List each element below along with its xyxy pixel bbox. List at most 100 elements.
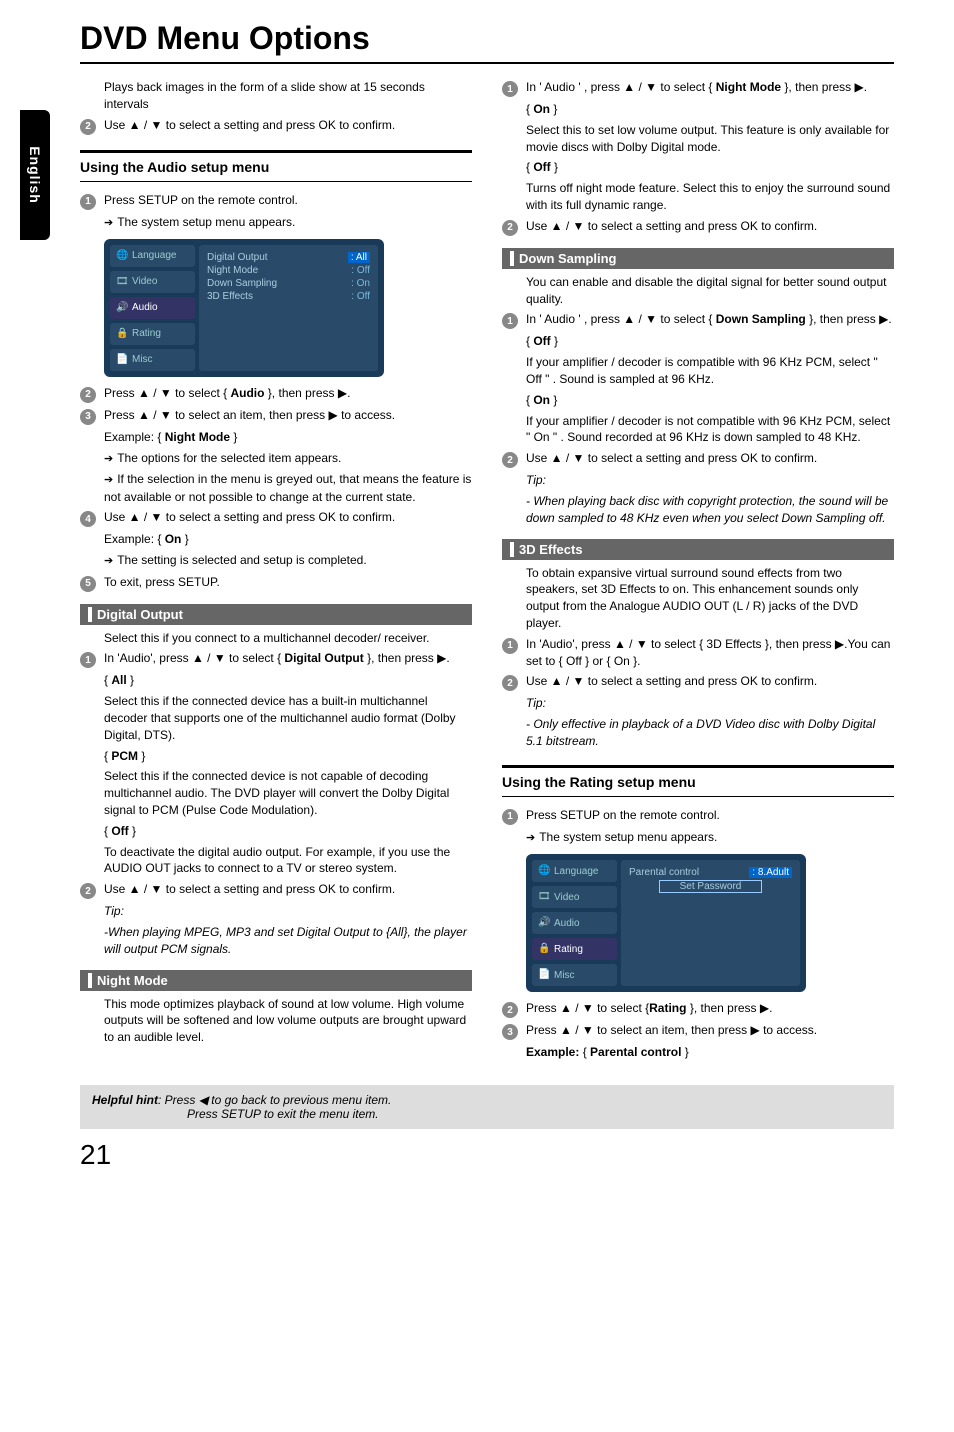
rating-menu-screenshot: Language Video Audio Rating Misc Parenta… xyxy=(526,854,806,992)
opt-off-text: To deactivate the digital audio output. … xyxy=(80,844,472,878)
audio-step-4: Use ▲ / ▼ to select a setting and press … xyxy=(104,509,472,527)
menu-tab-misc: Misc xyxy=(532,964,617,986)
opt-pcm-text: Select this if the connected device is n… xyxy=(80,768,472,818)
tip2-label: Tip: xyxy=(502,472,894,489)
step-num-icon: 2 xyxy=(80,119,96,135)
audio-menu-screenshot: Language Video Audio Rating Misc Digital… xyxy=(104,239,384,377)
opt-all: { All } xyxy=(80,672,472,689)
night-step-2: Use ▲ / ▼ to select a setting and press … xyxy=(526,218,894,236)
rating-step-3: Press ▲ / ▼ to select an item, then pres… xyxy=(526,1022,894,1040)
example-2: Example: { On } xyxy=(80,531,472,548)
tip3-label: Tip: xyxy=(502,695,894,712)
ds-on-text: If your amplifier / decoder is not compa… xyxy=(502,413,894,447)
night-mode-heading: Night Mode xyxy=(80,970,472,991)
footer-label: Helpful hint xyxy=(92,1093,158,1107)
ds-step-2: Use ▲ / ▼ to select a setting and press … xyxy=(526,450,894,468)
rating-setup-heading: Using the Rating setup menu xyxy=(502,765,894,797)
rating-step-2: Press ▲ / ▼ to select {Rating }, then pr… xyxy=(526,1000,894,1018)
menu-tab-video: Video xyxy=(110,271,195,293)
step-num-icon: 2 xyxy=(80,387,96,403)
menu-row: Down Sampling: On xyxy=(207,277,370,290)
setting-note: The setting is selected and setup is com… xyxy=(80,552,472,569)
lock-icon xyxy=(116,328,128,340)
video-icon xyxy=(116,276,128,288)
intro-text-1: Plays back images in the form of a slide… xyxy=(80,79,472,113)
step-num-icon: 1 xyxy=(502,809,518,825)
menu-tab-video: Video xyxy=(532,886,617,908)
ds-off: { Off } xyxy=(502,333,894,350)
audio-step-1: 1 Press SETUP on the remote control. xyxy=(80,192,472,210)
step-num-icon: 4 xyxy=(80,511,96,527)
step-num-icon: 1 xyxy=(80,652,96,668)
digital-step-2: Use ▲ / ▼ to select a setting and press … xyxy=(104,881,472,899)
step-num-icon: 1 xyxy=(502,313,518,329)
step-num-icon: 3 xyxy=(80,409,96,425)
globe-icon xyxy=(116,250,128,262)
step-num-icon: 1 xyxy=(502,81,518,97)
title-rule xyxy=(80,62,894,64)
nm-off-text: Turns off night mode feature. Select thi… xyxy=(502,180,894,214)
audio-step-5: To exit, press SETUP. xyxy=(104,574,472,592)
ds-off-text: If your amplifier / decoder is compatibl… xyxy=(502,354,894,388)
menu-tab-audio: Audio xyxy=(532,912,617,934)
digital-intro: Select this if you connect to a multicha… xyxy=(80,630,472,647)
3d-intro: To obtain expansive virtual surround sou… xyxy=(502,565,894,632)
opt-all-text: Select this if the connected device has … xyxy=(80,693,472,743)
nm-off: { Off } xyxy=(502,159,894,176)
option-note-2: If the selection in the menu is greyed o… xyxy=(80,471,472,505)
3d-step-1: In 'Audio', press ▲ / ▼ to select { 3D E… xyxy=(526,636,894,670)
audio-step-1-text: Press SETUP on the remote control. xyxy=(104,192,472,210)
step-num-icon: 2 xyxy=(502,675,518,691)
rating-step-1a: The system setup menu appears. xyxy=(502,829,894,846)
lock-icon xyxy=(538,943,550,955)
rating-example: Example: { Parental control } xyxy=(502,1044,894,1061)
speaker-icon xyxy=(538,917,550,929)
3d-step-2: Use ▲ / ▼ to select a setting and press … xyxy=(526,673,894,691)
intro-text-2: Use ▲ / ▼ to select a setting and press … xyxy=(104,117,472,135)
night-step-1: In ' Audio ' , press ▲ / ▼ to select { N… xyxy=(526,79,894,97)
menu-tab-audio: Audio xyxy=(110,297,195,319)
example-1: Example: { Night Mode } xyxy=(80,429,472,446)
page-icon xyxy=(538,969,550,981)
menu-row: 3D Effects: Off xyxy=(207,290,370,303)
page-icon xyxy=(116,354,128,366)
menu-tab-rating: Rating xyxy=(532,938,617,960)
option-note-1: The options for the selected item appear… xyxy=(80,450,472,467)
step-num-icon: 2 xyxy=(502,1002,518,1018)
intro-step-2: 2 Use ▲ / ▼ to select a setting and pres… xyxy=(80,117,472,135)
page-number: 21 xyxy=(80,1139,894,1171)
menu-row: Digital Output: All xyxy=(207,251,370,264)
opt-off: { Off } xyxy=(80,823,472,840)
rating-step-1: Press SETUP on the remote control. xyxy=(526,807,894,825)
right-column: 1 In ' Audio ' , press ▲ / ▼ to select { … xyxy=(502,79,894,1065)
audio-step-2: Press ▲ / ▼ to select { Audio }, then pr… xyxy=(104,385,472,403)
nm-on-text: Select this to set low volume output. Th… xyxy=(502,122,894,156)
footer-hint: Helpful hint: Press ◀ to go back to prev… xyxy=(80,1085,894,1129)
audio-step-1a: The system setup menu appears. xyxy=(80,214,472,231)
step-num-icon: 1 xyxy=(502,638,518,654)
menu-tab-language: Language xyxy=(110,245,195,267)
tip3-text: - Only effective in playback of a DVD Vi… xyxy=(502,716,894,750)
down-sampling-heading: Down Sampling xyxy=(502,248,894,269)
ds-step-1: In ' Audio ' , press ▲ / ▼ to select { D… xyxy=(526,311,894,329)
night-mode-text: This mode optimizes playback of sound at… xyxy=(80,996,472,1046)
left-column: Plays back images in the form of a slide… xyxy=(80,79,472,1065)
tip2-text: - When playing back disc with copyright … xyxy=(502,493,894,527)
ds-on: { On } xyxy=(502,392,894,409)
menu-row: Night Mode: Off xyxy=(207,264,370,277)
menu-row: Parental control: 8.Adult xyxy=(629,866,792,879)
tip-text: -When playing MPEG, MP3 and set Digital … xyxy=(80,924,472,958)
page-title: DVD Menu Options xyxy=(80,20,894,57)
menu-row: Set Password xyxy=(629,879,792,894)
nm-on: { On } xyxy=(502,101,894,118)
opt-pcm: { PCM } xyxy=(80,748,472,765)
menu-tab-rating: Rating xyxy=(110,323,195,345)
step-num-icon: 2 xyxy=(502,220,518,236)
audio-setup-heading: Using the Audio setup menu xyxy=(80,150,472,182)
step-num-icon: 1 xyxy=(80,194,96,210)
step-num-icon: 2 xyxy=(80,883,96,899)
language-side-tab: English xyxy=(20,110,50,240)
side-tab-label: English xyxy=(27,146,43,204)
3d-effects-heading: 3D Effects xyxy=(502,539,894,560)
menu-tab-language: Language xyxy=(532,860,617,882)
